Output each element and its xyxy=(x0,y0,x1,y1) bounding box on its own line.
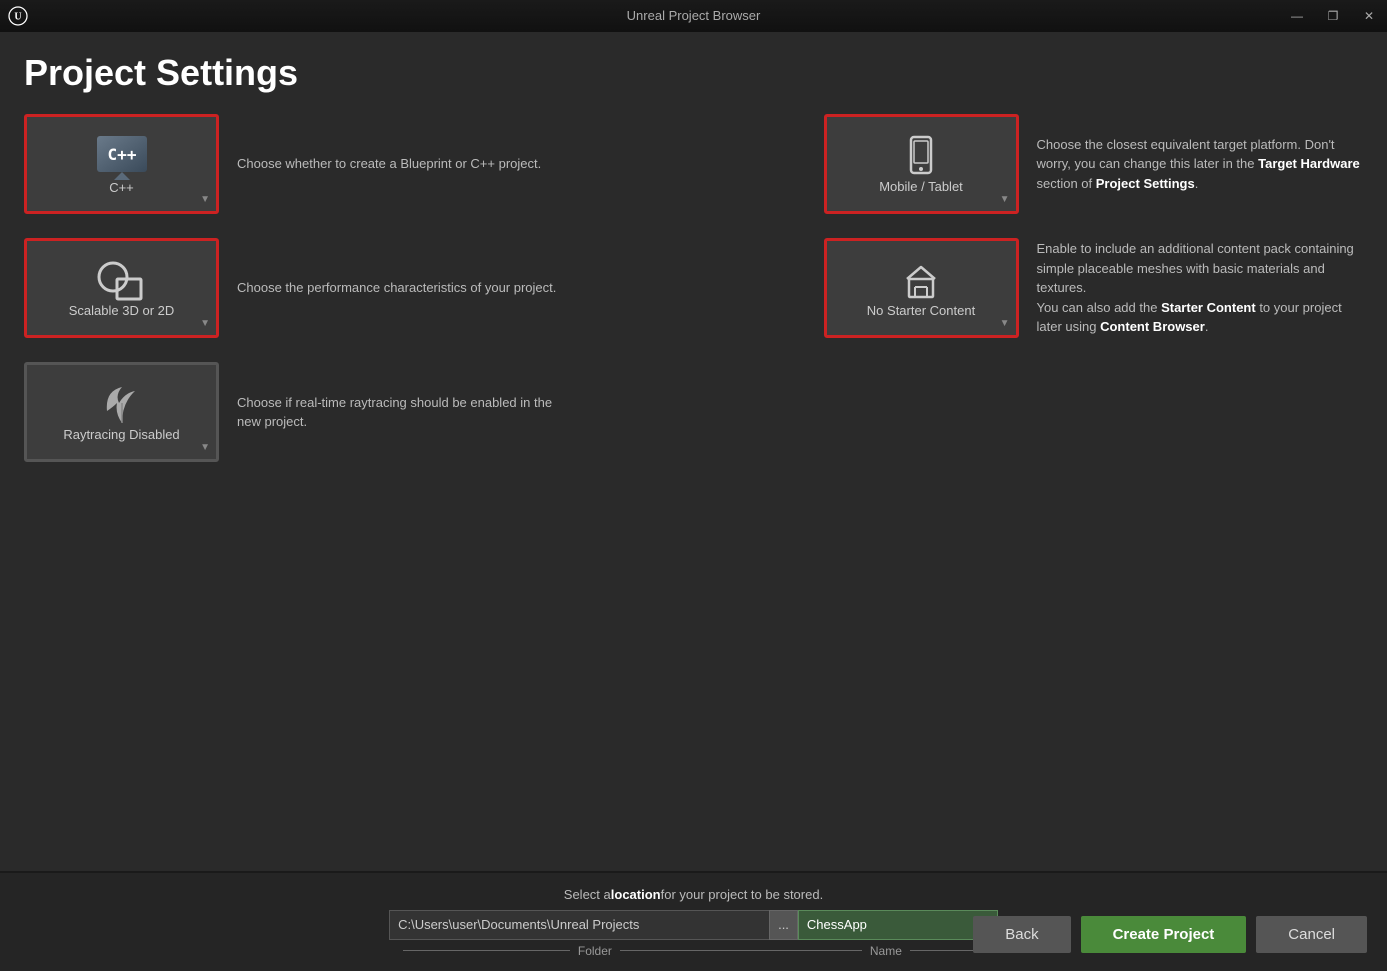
folder-line-left xyxy=(403,950,570,951)
folder-browse-button[interactable]: ... xyxy=(769,910,798,940)
name-line-left xyxy=(787,950,862,951)
project-type-arrow-icon: ▼ xyxy=(200,194,210,205)
svg-text:C++: C++ xyxy=(107,145,136,164)
platform-arrow-icon: ▼ xyxy=(1000,194,1010,205)
platform-card[interactable]: Mobile / Tablet ▼ xyxy=(824,114,1019,214)
starter-content-label: No Starter Content xyxy=(867,303,975,318)
window-title: Unreal Project Browser xyxy=(627,8,761,23)
name-label-wrap: Name xyxy=(787,944,984,958)
close-button[interactable]: ✕ xyxy=(1351,0,1387,32)
bottom-bar: Select a location for your project to be… xyxy=(0,871,1387,971)
maximize-button[interactable]: ❐ xyxy=(1315,0,1351,32)
folder-label-wrap: Folder xyxy=(403,944,788,958)
name-label: Name xyxy=(862,944,910,958)
folder-label: Folder xyxy=(570,944,620,958)
project-name-input[interactable] xyxy=(798,910,998,940)
location-bold: location xyxy=(611,887,661,902)
input-row: ... xyxy=(389,910,998,940)
titlebar: U Unreal Project Browser — ❐ ✕ xyxy=(0,0,1387,32)
raytracing-card[interactable]: Raytracing Disabled ▼ xyxy=(24,362,219,462)
page-title: Project Settings xyxy=(24,52,1363,94)
main-content: Project Settings C++ xyxy=(0,32,1387,871)
button-row: Back Create Project Cancel xyxy=(973,916,1367,953)
setting-row-raytracing: Raytracing Disabled ▼ Choose if real-tim… xyxy=(24,362,564,462)
platform-desc: Choose the closest equivalent target pla… xyxy=(1037,135,1364,194)
performance-label: Scalable 3D or 2D xyxy=(69,303,175,318)
setting-row-starter-content: No Starter Content ▼ Enable to include a… xyxy=(824,238,1364,338)
starter-content-card[interactable]: No Starter Content ▼ xyxy=(824,238,1019,338)
svg-text:U: U xyxy=(14,11,21,22)
right-settings-column: Mobile / Tablet ▼ Choose the closest equ… xyxy=(824,114,1364,350)
folder-input[interactable] xyxy=(389,910,769,940)
cancel-button[interactable]: Cancel xyxy=(1256,916,1367,953)
project-type-desc: Choose whether to create a Blueprint or … xyxy=(237,154,541,174)
create-project-button[interactable]: Create Project xyxy=(1081,916,1247,953)
folder-line-right xyxy=(620,950,787,951)
unreal-logo-icon: U xyxy=(8,6,28,26)
location-label: Select a xyxy=(564,887,611,902)
raytracing-arrow-icon: ▼ xyxy=(200,442,210,453)
project-type-label: C++ xyxy=(109,180,134,195)
left-settings-column: C++ C++ ▼ Choose whether to create a Blu… xyxy=(24,114,564,474)
back-button[interactable]: Back xyxy=(973,916,1070,953)
minimize-button[interactable]: — xyxy=(1279,0,1315,32)
location-row: Select a location for your project to be… xyxy=(564,887,823,902)
package-icon xyxy=(899,259,943,303)
platform-label: Mobile / Tablet xyxy=(879,179,963,194)
setting-row-performance: Scalable 3D or 2D ▼ Choose the performan… xyxy=(24,238,564,338)
location-label2: for your project to be stored. xyxy=(661,887,824,902)
performance-desc: Choose the performance characteristics o… xyxy=(237,278,556,298)
cpp-icon: C++ xyxy=(92,134,152,180)
window-controls: — ❐ ✕ xyxy=(1279,0,1387,32)
raytracing-label: Raytracing Disabled xyxy=(63,427,179,442)
project-type-card[interactable]: C++ C++ ▼ xyxy=(24,114,219,214)
shapes-icon xyxy=(95,259,149,303)
performance-card[interactable]: Scalable 3D or 2D ▼ xyxy=(24,238,219,338)
setting-row-project-type: C++ C++ ▼ Choose whether to create a Blu… xyxy=(24,114,564,214)
raytracing-desc: Choose if real-time raytracing should be… xyxy=(237,393,564,432)
performance-arrow-icon: ▼ xyxy=(200,318,210,329)
starter-content-desc: Enable to include an additional content … xyxy=(1037,239,1364,337)
input-labels: Folder Name xyxy=(403,944,985,958)
leaf-icon xyxy=(95,383,149,427)
setting-row-platform: Mobile / Tablet ▼ Choose the closest equ… xyxy=(824,114,1364,214)
starter-content-arrow-icon: ▼ xyxy=(1000,318,1010,329)
phone-icon xyxy=(899,135,943,179)
